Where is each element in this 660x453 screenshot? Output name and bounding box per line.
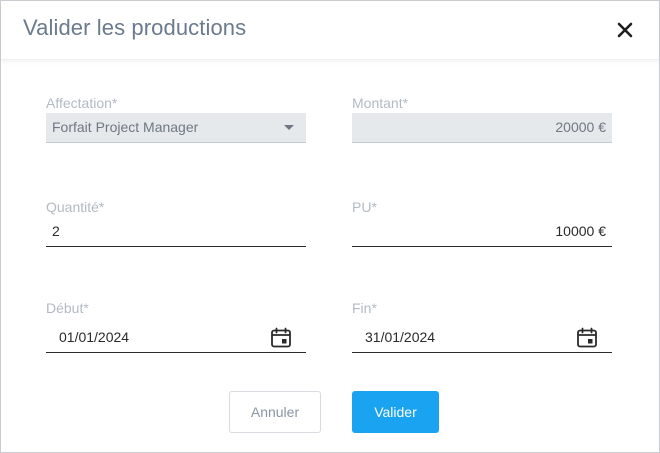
quantite-input[interactable]: 2	[46, 217, 306, 247]
calendar-icon[interactable]	[270, 327, 292, 349]
close-icon[interactable]	[615, 20, 635, 40]
fin-label: Fin*	[352, 300, 377, 316]
pu-value: 10000 €	[555, 223, 606, 239]
validate-productions-dialog: Valider les productions Affectation* For…	[0, 0, 660, 453]
dialog-title: Valider les productions	[23, 15, 247, 40]
debut-date-input[interactable]: 01/01/2024	[46, 323, 306, 353]
dialog-header: Valider les productions	[1, 1, 659, 60]
debut-value: 01/01/2024	[59, 329, 130, 345]
chevron-down-icon	[284, 125, 294, 130]
fin-value: 31/01/2024	[365, 329, 436, 345]
montant-value: 20000 €	[555, 119, 606, 135]
affectation-select[interactable]: Forfait Project Manager	[46, 113, 306, 143]
pu-input[interactable]: 10000 €	[352, 217, 612, 247]
debut-label: Début*	[46, 300, 89, 316]
calendar-icon[interactable]	[576, 327, 598, 349]
fin-date-input[interactable]: 31/01/2024	[352, 323, 612, 353]
quantite-value: 2	[52, 223, 60, 239]
montant-input: 20000 €	[352, 113, 612, 143]
montant-label: Montant*	[352, 95, 409, 111]
validate-button[interactable]: Valider	[352, 391, 439, 433]
cancel-button[interactable]: Annuler	[229, 391, 321, 433]
quantite-label: Quantité*	[46, 199, 105, 215]
pu-label: PU*	[352, 199, 377, 215]
affectation-value: Forfait Project Manager	[52, 119, 199, 135]
affectation-label: Affectation*	[46, 95, 118, 111]
